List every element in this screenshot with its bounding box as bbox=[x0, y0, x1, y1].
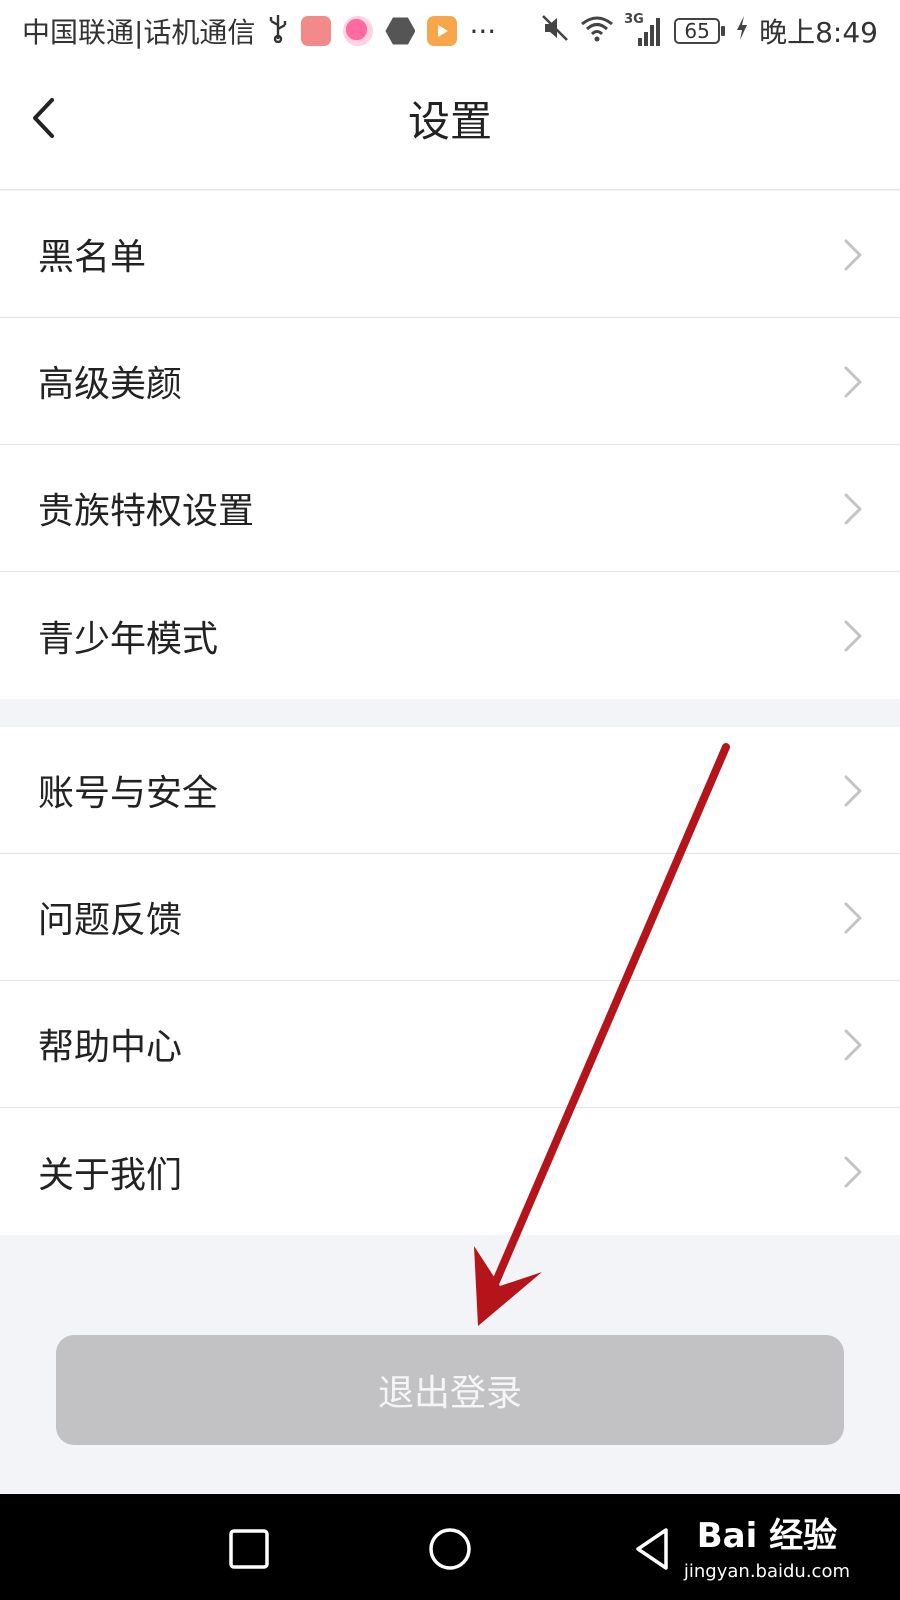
battery-tip bbox=[721, 26, 726, 36]
settings-row-label: 帮助中心 bbox=[38, 1027, 183, 1068]
status-left: 中国联通|话机通信 ··· bbox=[22, 11, 496, 51]
chevron-right-icon bbox=[844, 1029, 862, 1061]
watermark-brand: Bai 经验 bbox=[696, 1516, 838, 1556]
chevron-right-icon bbox=[844, 1156, 862, 1188]
settings-row-help-center[interactable]: 帮助中心 bbox=[0, 981, 900, 1108]
hex-app-icon bbox=[385, 17, 416, 45]
settings-row-about-us[interactable]: 关于我们 bbox=[0, 1108, 900, 1235]
settings-row-label: 关于我们 bbox=[38, 1154, 183, 1196]
recent-apps-button[interactable] bbox=[224, 1524, 274, 1574]
signal-icon: 3G bbox=[624, 12, 664, 48]
nav-header: 设置 bbox=[0, 62, 900, 190]
settings-row-feedback[interactable]: 问题反馈 bbox=[0, 854, 900, 981]
usb-icon bbox=[267, 13, 289, 50]
settings-row-label: 青少年模式 bbox=[38, 618, 219, 660]
chevron-right-icon bbox=[844, 493, 862, 525]
settings-row-teen-mode[interactable]: 青少年模式 bbox=[0, 572, 900, 699]
watermark-url: jingyan.baidu.com bbox=[683, 1561, 850, 1582]
status-bar: 中国联通|话机通信 ··· 3G 65 晚上8:49 bbox=[0, 0, 900, 62]
system-nav-bar: Bai 经验 jingyan.baidu.com bbox=[0, 1494, 900, 1600]
carrier-label: 中国联通|话机通信 bbox=[22, 16, 256, 49]
mute-icon bbox=[540, 13, 570, 50]
wifi-icon bbox=[580, 14, 614, 49]
overflow-label: ··· bbox=[469, 14, 497, 48]
settings-row-label: 账号与安全 bbox=[38, 773, 219, 814]
page-title: 设置 bbox=[407, 97, 492, 146]
settings-group-1: 黑名单 高级美颜 贵族特权设置 青少年模式 bbox=[0, 191, 900, 699]
chevron-right-icon bbox=[844, 620, 862, 652]
chevron-right-icon bbox=[844, 239, 862, 271]
settings-row-label: 高级美颜 bbox=[38, 364, 183, 405]
clock-label: 晚上8:49 bbox=[759, 16, 878, 49]
system-back-button[interactable] bbox=[628, 1524, 678, 1574]
pink-app-icon bbox=[343, 16, 374, 46]
battery-level: 65 bbox=[674, 18, 721, 44]
huawei-app-icon bbox=[301, 16, 332, 46]
settings-row-blacklist[interactable]: 黑名单 bbox=[0, 191, 900, 318]
baidu-watermark: Bai 经验 jingyan.baidu.com bbox=[684, 1508, 850, 1582]
home-button[interactable] bbox=[425, 1524, 475, 1574]
video-app-icon bbox=[427, 16, 458, 46]
settings-group-2: 账号与安全 问题反馈 帮助中心 关于我们 bbox=[0, 727, 900, 1235]
settings-row-noble-privileges[interactable]: 贵族特权设置 bbox=[0, 445, 900, 572]
chevron-right-icon bbox=[844, 775, 862, 807]
settings-row-account-security[interactable]: 账号与安全 bbox=[0, 727, 900, 854]
battery-icon: 65 bbox=[674, 18, 726, 44]
charging-icon bbox=[735, 15, 749, 48]
settings-row-label: 黑名单 bbox=[38, 237, 147, 278]
chevron-right-icon bbox=[844, 902, 862, 934]
settings-row-beauty[interactable]: 高级美颜 bbox=[0, 318, 900, 445]
logout-button[interactable]: 退出登录 bbox=[56, 1335, 844, 1445]
settings-row-label: 问题反馈 bbox=[38, 900, 183, 941]
chevron-right-icon bbox=[844, 366, 862, 398]
settings-row-label: 贵族特权设置 bbox=[38, 491, 255, 532]
status-right: 3G 65 晚上8:49 bbox=[540, 11, 878, 51]
